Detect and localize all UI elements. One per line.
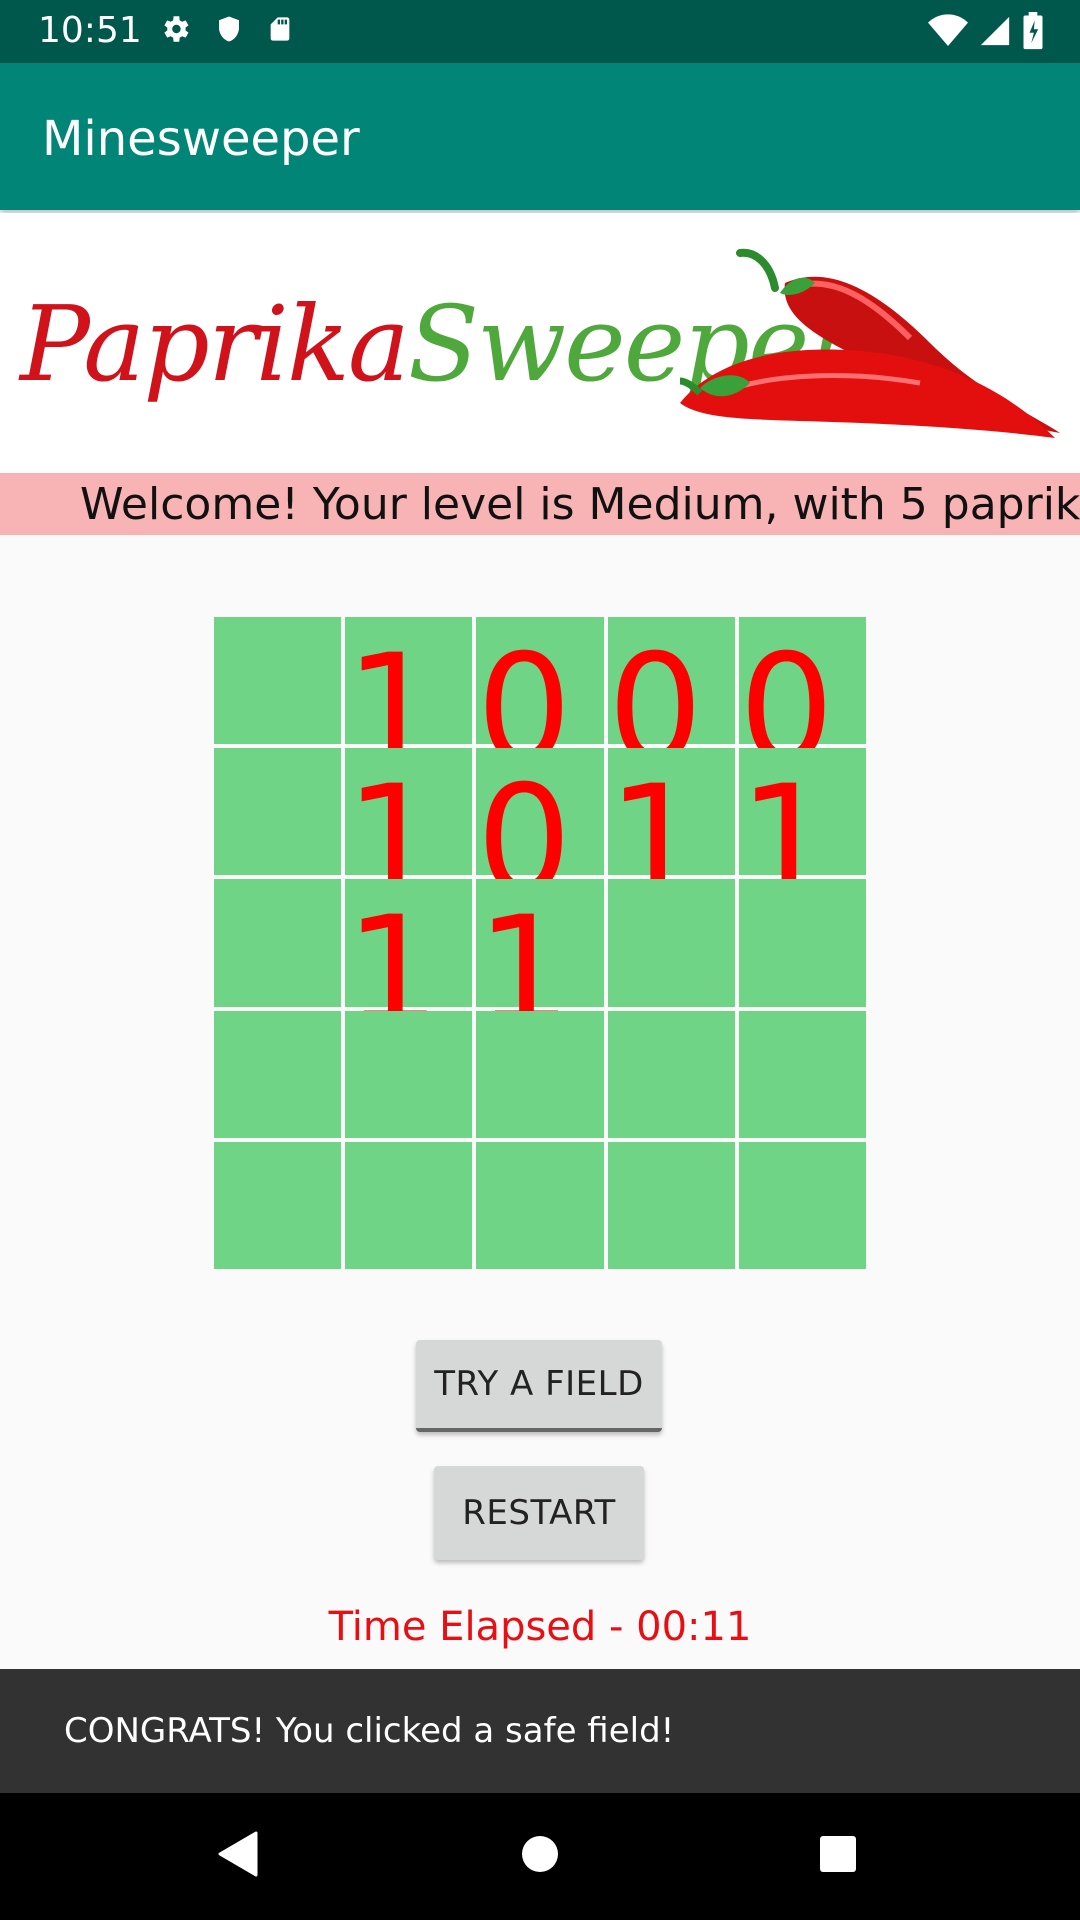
field-cell[interactable] [345, 1010, 473, 1138]
signal-icon [980, 16, 1010, 46]
field-cell[interactable] [607, 1141, 735, 1269]
field-cell[interactable]: 0 [607, 617, 735, 785]
field-cell[interactable] [476, 1141, 604, 1269]
chili-pepper-icon [680, 248, 1060, 438]
app-title: Minesweeper [42, 111, 360, 167]
home-icon[interactable] [520, 1829, 560, 1879]
field-cell[interactable]: 1 [738, 748, 866, 916]
field-cell[interactable]: 1 [345, 748, 473, 916]
field-cell[interactable]: 0 [738, 617, 866, 785]
field-cell[interactable] [738, 1141, 866, 1269]
battery-icon [1023, 12, 1043, 50]
field-cell[interactable] [214, 879, 342, 1007]
field-cell[interactable]: 1 [345, 617, 473, 785]
back-icon[interactable] [216, 1829, 260, 1879]
field-cell[interactable] [345, 1141, 473, 1269]
welcome-bar: Welcome! Your level is Medium, with 5 pa… [0, 473, 1080, 535]
shield-icon [219, 16, 239, 42]
logo-paprika: Paprika [20, 283, 410, 405]
field-cell[interactable] [607, 1010, 735, 1138]
minefield-grid: 1000101111 [214, 617, 866, 1269]
field-cell[interactable] [738, 1010, 866, 1138]
status-icons-left [158, 12, 294, 46]
field-cell[interactable] [214, 748, 342, 876]
status-time: 10:51 [38, 10, 142, 51]
field-cell[interactable] [607, 879, 735, 1007]
status-icons-right [928, 12, 1044, 50]
snackbar-text: CONGRATS! You clicked a safe field! [64, 1711, 675, 1751]
field-cell[interactable] [738, 879, 866, 1007]
banner: PaprikaSweeper [0, 213, 1080, 473]
field-cell[interactable]: 1 [607, 748, 735, 916]
navigation-bar [0, 1793, 1080, 1920]
try-field-button[interactable]: TRY A FIELD [416, 1340, 662, 1432]
gear-icon [164, 16, 189, 42]
snackbar: CONGRATS! You clicked a safe field! [0, 1669, 1080, 1793]
sd-card-icon [270, 17, 290, 41]
status-bar: 10:51 [0, 0, 1080, 63]
field-cell[interactable] [214, 1010, 342, 1138]
restart-button[interactable]: RESTART [434, 1466, 644, 1560]
field-cell[interactable]: 0 [476, 617, 604, 785]
app-bar: Minesweeper [0, 63, 1080, 210]
field-cell[interactable]: 1 [345, 879, 473, 1047]
wifi-icon [928, 14, 968, 46]
field-cell[interactable]: 1 [476, 879, 604, 1047]
field-cell[interactable] [214, 617, 342, 745]
welcome-text: Welcome! Your level is Medium, with 5 pa… [80, 479, 1080, 530]
recents-icon[interactable] [818, 1829, 858, 1879]
field-cell[interactable] [476, 1010, 604, 1138]
time-elapsed: Time Elapsed - 00:11 [328, 1604, 752, 1650]
field-cell[interactable]: 0 [476, 748, 604, 916]
field-cell[interactable] [214, 1141, 342, 1269]
